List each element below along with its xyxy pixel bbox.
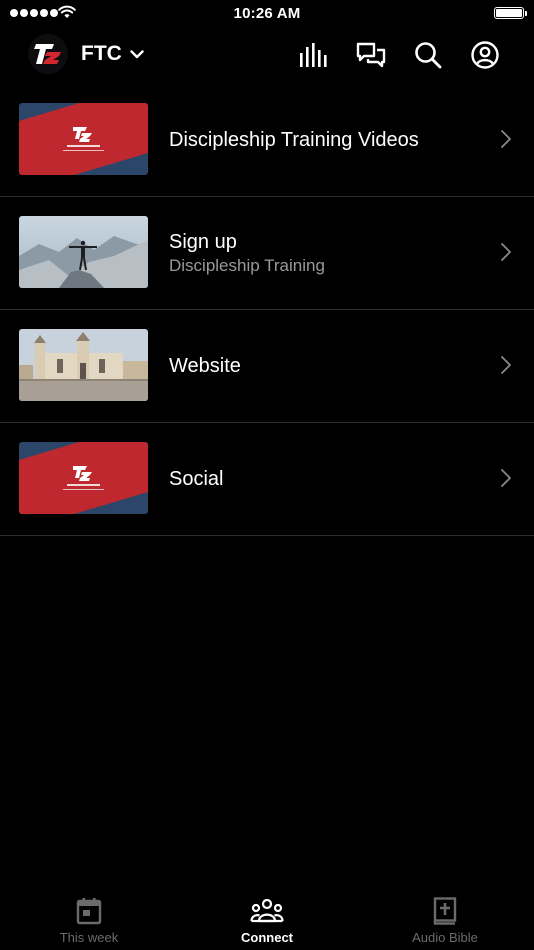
- chevron-down-icon: [130, 46, 144, 64]
- brand-switcher[interactable]: FTC: [28, 34, 144, 74]
- tab-label: Connect: [241, 930, 293, 945]
- top-header: FTC: [0, 28, 534, 84]
- chevron-right-icon: [500, 242, 512, 267]
- list-item[interactable]: Discipleship Training Videos: [0, 84, 534, 197]
- search-icon[interactable]: [411, 38, 445, 72]
- profile-icon[interactable]: [468, 38, 502, 72]
- thumbnail-image: [19, 103, 148, 175]
- tab-label: This week: [59, 930, 119, 945]
- tab-this-week[interactable]: This week: [0, 888, 178, 950]
- chevron-right-icon: [500, 468, 512, 493]
- bible-plus-icon: [433, 896, 457, 926]
- people-group-icon: [250, 896, 284, 926]
- ftc-logo-icon: [28, 34, 68, 74]
- connect-list: Discipleship Training Videos Sign up Dis…: [0, 84, 534, 536]
- tab-connect[interactable]: Connect: [178, 888, 356, 950]
- list-item-title: Sign up: [169, 230, 237, 253]
- list-item-subtitle: Discipleship Training: [169, 255, 325, 275]
- list-item[interactable]: Social: [0, 423, 534, 536]
- list-item[interactable]: Website: [0, 310, 534, 423]
- audio-bars-icon[interactable]: [297, 38, 331, 72]
- list-item-title: Website: [169, 355, 241, 377]
- thumbnail-image: [19, 442, 148, 514]
- tab-label: Audio Bible: [412, 930, 478, 945]
- list-item-title: Discipleship Training Videos: [169, 129, 419, 151]
- chat-bubbles-icon[interactable]: [354, 38, 388, 72]
- status-time: 10:26 AM: [233, 5, 301, 22]
- tab-audio-bible[interactable]: Audio Bible: [356, 888, 534, 950]
- brand-name: FTC: [81, 42, 122, 65]
- list-item-title: Social: [169, 468, 224, 490]
- list-item[interactable]: Sign up Discipleship Training: [0, 197, 534, 310]
- bottom-tab-bar: This week Connect Audio Bible: [0, 888, 534, 950]
- thumbnail-image: [19, 216, 148, 288]
- status-bar: 10:26 AM: [0, 0, 534, 28]
- calendar-icon: [76, 896, 102, 926]
- chevron-right-icon: [500, 355, 512, 380]
- thumbnail-image: [19, 329, 148, 401]
- chevron-right-icon: [500, 129, 512, 154]
- battery-icon: [494, 7, 527, 19]
